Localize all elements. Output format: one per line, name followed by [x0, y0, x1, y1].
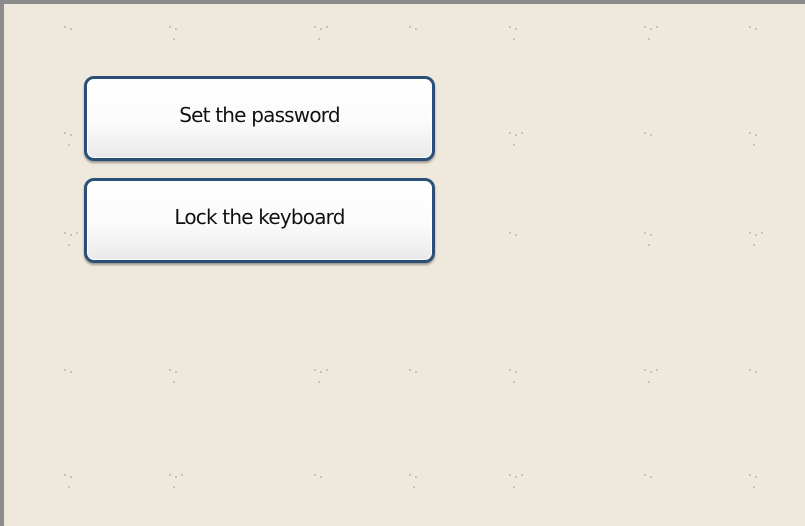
texture-speckle — [761, 232, 763, 234]
texture-speckle — [181, 474, 183, 476]
texture-speckle — [314, 26, 316, 28]
texture-speckle — [521, 132, 523, 134]
texture-speckle — [64, 369, 66, 371]
texture-speckle — [173, 38, 175, 40]
texture-speckle — [70, 371, 72, 373]
texture-speckle — [515, 371, 517, 373]
texture-speckle — [753, 486, 755, 488]
texture-speckle — [320, 28, 322, 30]
texture-speckle — [415, 476, 417, 478]
texture-speckle — [409, 369, 411, 371]
texture-speckle — [415, 371, 417, 373]
texture-speckle — [648, 244, 650, 246]
texture-speckle — [753, 144, 755, 146]
texture-speckle — [169, 474, 171, 476]
lock-keyboard-label: Lock the keyboard — [174, 204, 345, 229]
texture-speckle — [749, 132, 751, 134]
set-password-label: Set the password — [179, 102, 340, 127]
texture-speckle — [650, 234, 652, 236]
texture-speckle — [320, 371, 322, 373]
texture-speckle — [509, 369, 511, 371]
settings-screen: Set the password Lock the keyboard — [0, 0, 805, 526]
texture-speckle — [326, 26, 328, 28]
texture-speckle — [650, 134, 652, 136]
texture-speckle — [755, 234, 757, 236]
texture-speckle — [521, 474, 523, 476]
texture-speckle — [513, 486, 515, 488]
texture-speckle — [64, 232, 66, 234]
texture-speckle — [515, 134, 517, 136]
texture-speckle — [173, 486, 175, 488]
texture-speckle — [515, 234, 517, 236]
texture-speckle — [509, 474, 511, 476]
texture-speckle — [76, 232, 78, 234]
texture-speckle — [318, 381, 320, 383]
texture-speckle — [415, 28, 417, 30]
texture-speckle — [515, 476, 517, 478]
texture-speckle — [513, 144, 515, 146]
texture-speckle — [644, 132, 646, 134]
texture-speckle — [314, 369, 316, 371]
texture-speckle — [70, 234, 72, 236]
texture-speckle — [644, 26, 646, 28]
texture-speckle — [749, 474, 751, 476]
texture-speckle — [513, 38, 515, 40]
texture-speckle — [656, 369, 658, 371]
texture-speckle — [650, 28, 652, 30]
texture-speckle — [64, 26, 66, 28]
texture-speckle — [175, 28, 177, 30]
texture-speckle — [70, 28, 72, 30]
texture-speckle — [64, 474, 66, 476]
texture-speckle — [409, 26, 411, 28]
texture-speckle — [513, 381, 515, 383]
texture-speckle — [64, 132, 66, 134]
texture-speckle — [509, 132, 511, 134]
texture-speckle — [413, 486, 415, 488]
texture-speckle — [755, 371, 757, 373]
texture-speckle — [650, 476, 652, 478]
texture-speckle — [318, 38, 320, 40]
texture-speckle — [314, 474, 316, 476]
texture-speckle — [644, 474, 646, 476]
texture-speckle — [644, 369, 646, 371]
texture-speckle — [648, 38, 650, 40]
texture-speckle — [173, 381, 175, 383]
texture-speckle — [656, 26, 658, 28]
texture-speckle — [749, 26, 751, 28]
texture-speckle — [753, 244, 755, 246]
texture-speckle — [755, 134, 757, 136]
texture-speckle — [409, 474, 411, 476]
texture-speckle — [175, 371, 177, 373]
texture-speckle — [68, 244, 70, 246]
texture-speckle — [648, 381, 650, 383]
texture-speckle — [749, 369, 751, 371]
texture-speckle — [169, 26, 171, 28]
texture-speckle — [70, 134, 72, 136]
texture-speckle — [644, 232, 646, 234]
texture-speckle — [320, 476, 322, 478]
set-password-button[interactable]: Set the password — [84, 76, 435, 161]
texture-speckle — [509, 26, 511, 28]
texture-speckle — [509, 232, 511, 234]
texture-speckle — [755, 476, 757, 478]
texture-speckle — [326, 369, 328, 371]
texture-speckle — [650, 371, 652, 373]
texture-speckle — [515, 28, 517, 30]
texture-speckle — [68, 144, 70, 146]
texture-speckle — [749, 232, 751, 234]
texture-speckle — [169, 369, 171, 371]
texture-speckle — [70, 476, 72, 478]
texture-speckle — [755, 28, 757, 30]
lock-keyboard-button[interactable]: Lock the keyboard — [84, 178, 435, 263]
texture-speckle — [68, 486, 70, 488]
texture-speckle — [175, 476, 177, 478]
